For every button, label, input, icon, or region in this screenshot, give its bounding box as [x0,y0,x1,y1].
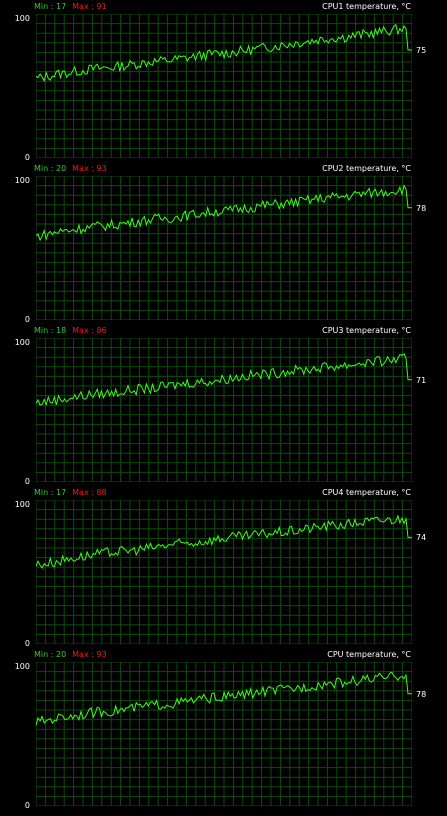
graph-header: Min : 20 Max : 93 CPU2 temperature, °C [0,162,417,175]
max-value: Max : 88 [72,488,107,497]
cpu3-temperature-plot [36,338,412,482]
cpu3-graph-panel: Min : 18 Max : 86 CPU3 temperature, °C 10… [0,324,447,486]
y-axis-max-label: 100 [14,176,30,185]
y-axis-min-label: 0 [24,315,30,324]
cpu4-temperature-plot [36,500,412,644]
graph-title: CPU1 temperature, °C [322,2,411,11]
grid [36,338,412,482]
cpu2-graph-panel: Min : 20 Max : 93 CPU2 temperature, °C 10… [0,162,447,324]
current-value-label: 74 [416,533,427,543]
graph-title: CPU4 temperature, °C [322,488,411,497]
min-value: Min : 20 [34,650,67,659]
y-axis-max-label: 100 [14,662,30,671]
max-value: Max : 91 [72,2,107,11]
graph-header: Min : 20 Max : 93 CPU temperature, °C [0,648,417,661]
min-value: Min : 18 [34,326,67,335]
graph-header: Min : 17 Max : 91 CPU1 temperature, °C [0,0,417,13]
current-value-label: 71 [416,375,427,385]
max-value: Max : 93 [72,164,107,173]
graph-title: CPU3 temperature, °C [322,326,411,335]
cpu-graph-panel: Min : 20 Max : 93 CPU temperature, °C 100… [0,648,447,810]
temperature-monitor: Min : 17 Max : 91 CPU1 temperature, °C 10… [0,0,447,816]
current-value-label: 78 [416,689,427,699]
graph-header: Min : 17 Max : 88 CPU4 temperature, °C [0,486,417,499]
cpu2-temperature-plot [36,176,412,320]
max-value: Max : 93 [72,650,107,659]
current-value-label: 75 [416,46,427,55]
cpu-temperature-plot [36,662,412,806]
min-value: Min : 17 [34,2,67,11]
y-axis-max-label: 100 [14,14,30,23]
current-value-label: 78 [416,203,427,213]
graph-header: Min : 18 Max : 86 CPU3 temperature, °C [0,324,417,337]
cpu1-graph-panel: Min : 17 Max : 91 CPU1 temperature, °C 10… [0,0,447,162]
max-value: Max : 86 [72,326,107,335]
cpu1-temperature-plot [36,14,412,158]
y-axis-min-label: 0 [24,153,30,162]
y-axis-max-label: 100 [14,500,30,509]
graph-title: CPU2 temperature, °C [322,164,411,173]
min-value: Min : 20 [34,164,67,173]
cpu4-graph-panel: Min : 17 Max : 88 CPU4 temperature, °C 10… [0,486,447,648]
grid [36,176,412,320]
y-axis-max-label: 100 [14,338,30,347]
y-axis-min-label: 0 [24,477,30,486]
graph-title: CPU temperature, °C [327,650,411,659]
min-value: Min : 17 [34,488,67,497]
y-axis-min-label: 0 [24,801,30,810]
y-axis-min-label: 0 [24,639,30,648]
